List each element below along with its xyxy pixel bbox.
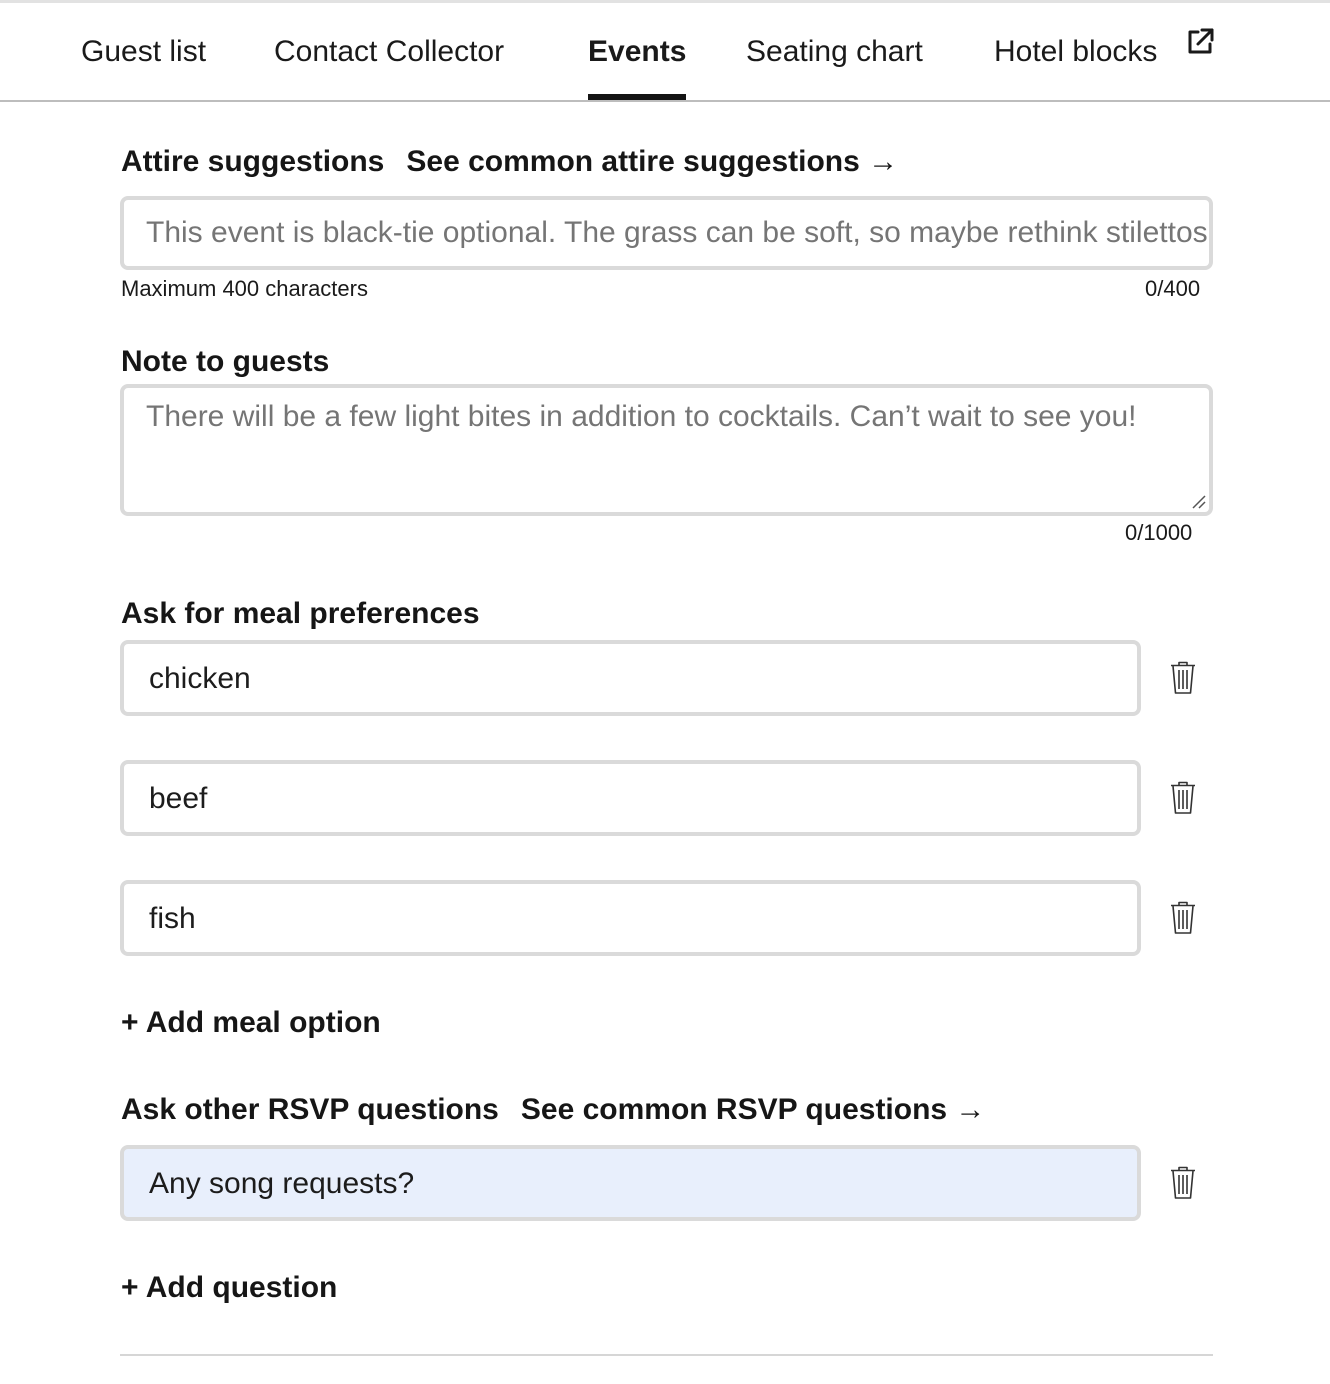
meal-preferences-label: Ask for meal preferences <box>121 597 480 630</box>
attire-max-hint: Maximum 400 characters <box>121 276 368 301</box>
tab-events[interactable]: Events <box>588 28 687 100</box>
attire-placeholder: This event is black-tie optional. The gr… <box>146 216 1213 249</box>
meal-option-value: chicken <box>149 662 251 695</box>
tab-label: Hotel blocks <box>994 35 1158 68</box>
rsvp-questions-label: Ask other RSVP questions <box>121 1093 499 1126</box>
meal-option-value: beef <box>149 782 208 815</box>
see-common-rsvp-link[interactable]: See common RSVP questions → <box>521 1093 986 1126</box>
add-meal-option-button[interactable]: + Add meal option <box>121 1003 381 1043</box>
attire-char-counter: 0/400 <box>1145 276 1201 301</box>
note-label: Note to guests <box>121 345 330 378</box>
attire-label: Attire suggestions <box>121 145 385 178</box>
see-common-attire-link[interactable]: See common attire suggestions → <box>406 145 898 178</box>
rsvp-label-row: Ask other RSVP questions See common RSVP … <box>121 1090 985 1130</box>
tab-hotel-blocks[interactable]: Hotel blocks <box>994 28 1216 76</box>
meal-option-value: fish <box>149 902 196 935</box>
external-link-icon <box>1184 25 1216 73</box>
meal-option-input[interactable]: beef <box>120 760 1141 836</box>
note-textarea[interactable]: There will be a few light bites in addit… <box>120 384 1213 516</box>
tab-seating-chart[interactable]: Seating chart <box>746 28 923 76</box>
tab-label: Seating chart <box>746 35 923 68</box>
tab-guest-list[interactable]: Guest list <box>81 28 206 76</box>
tab-label: Guest list <box>81 35 207 68</box>
rsvp-question-value: Any song requests? <box>149 1167 415 1200</box>
active-tab-indicator <box>588 94 687 100</box>
trash-icon[interactable] <box>1168 900 1198 936</box>
tab-bar: Guest list Contact Collector Events Seat… <box>0 0 1330 102</box>
note-char-counter: 0/1000 <box>1125 520 1193 545</box>
note-label-row: Note to guests <box>121 342 329 382</box>
section-divider <box>120 1354 1213 1356</box>
meal-label-row: Ask for meal preferences <box>121 594 480 634</box>
note-placeholder: There will be a few light bites in addit… <box>146 400 1137 433</box>
meal-option-input[interactable]: chicken <box>120 640 1141 716</box>
resize-handle-icon[interactable] <box>1189 492 1207 510</box>
add-question-button[interactable]: + Add question <box>121 1268 337 1308</box>
tab-contact-collector[interactable]: Contact Collector <box>274 28 504 76</box>
trash-icon[interactable] <box>1168 780 1198 816</box>
attire-input[interactable]: This event is black-tie optional. The gr… <box>120 196 1213 270</box>
trash-icon[interactable] <box>1168 1165 1198 1201</box>
attire-label-row: Attire suggestions See common attire sugg… <box>121 142 898 182</box>
rsvp-question-input[interactable]: Any song requests? <box>120 1145 1141 1221</box>
meal-option-input[interactable]: fish <box>120 880 1141 956</box>
tab-label: Contact Collector <box>274 35 505 68</box>
tab-label: Events <box>588 35 687 68</box>
trash-icon[interactable] <box>1168 660 1198 696</box>
